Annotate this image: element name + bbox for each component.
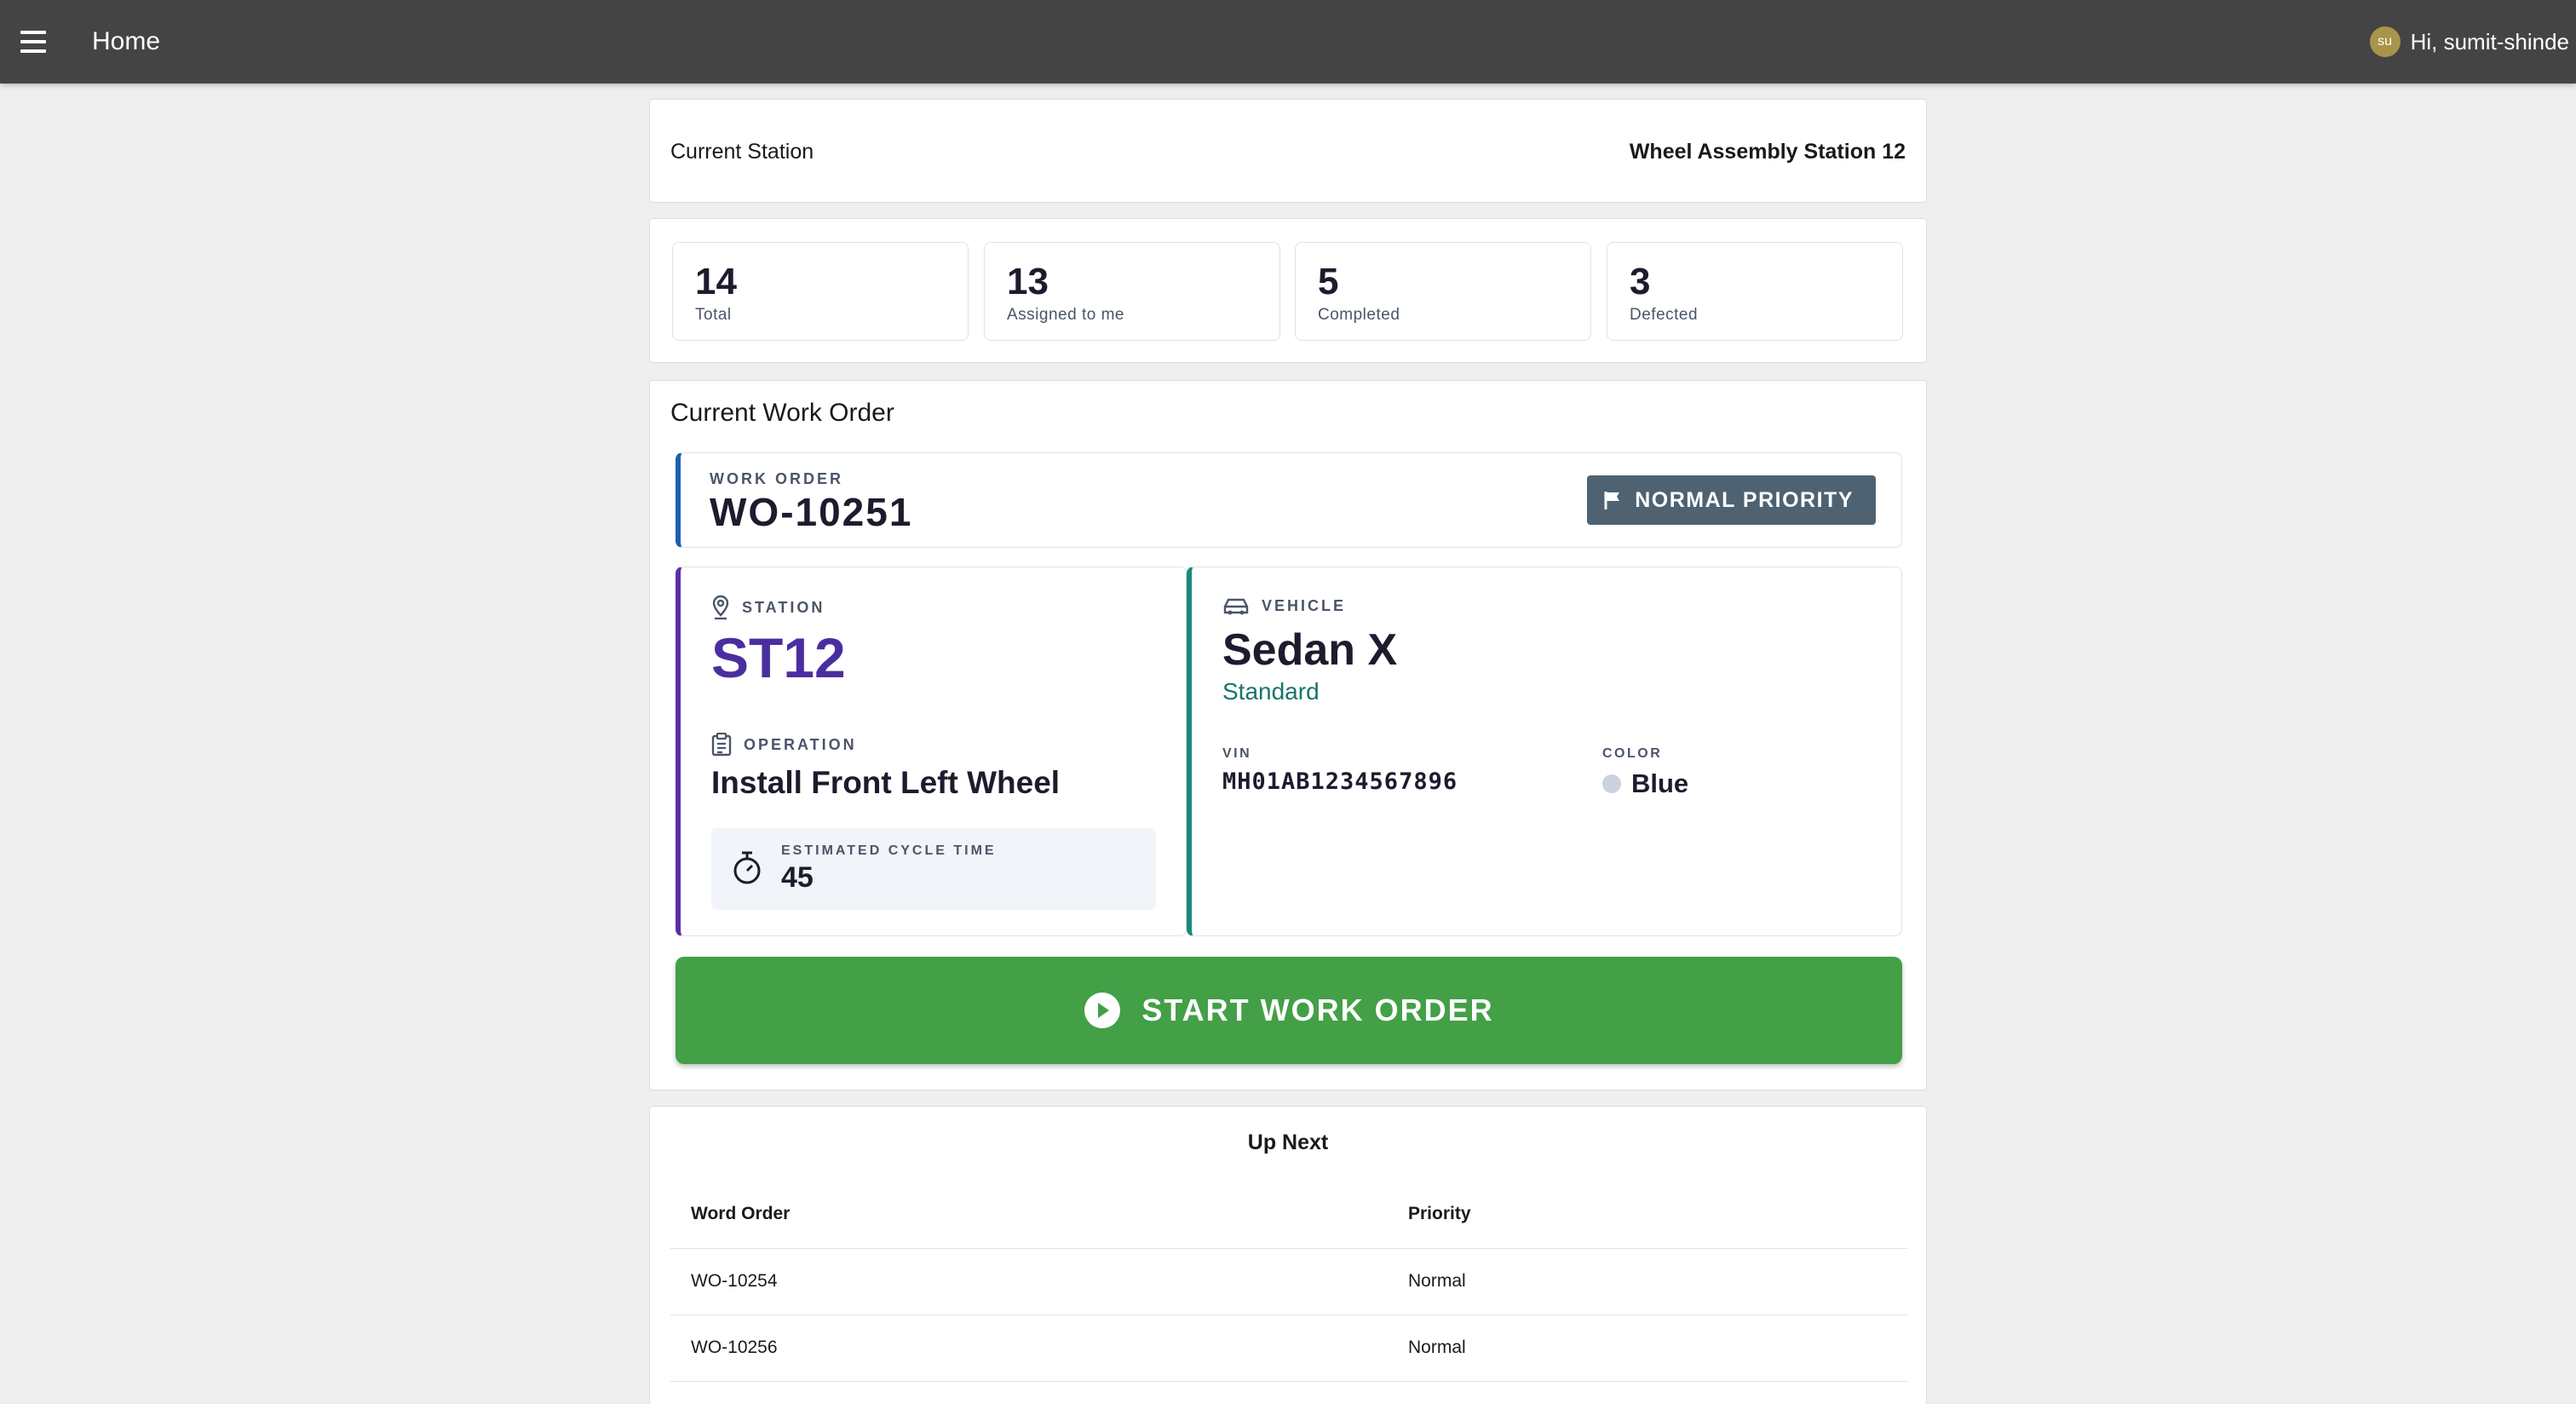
vehicle-label: VEHICLE — [1262, 596, 1347, 614]
flag-icon — [1604, 492, 1620, 509]
vehicle-panel: VEHICLE Sedan X Standard VIN MH01AB12345… — [1187, 567, 1902, 936]
station-code: ST12 — [711, 626, 846, 689]
table-cell-priority: Normal — [1388, 1248, 1907, 1315]
cycle-time-box: ESTIMATED CYCLE TIME 45 — [711, 828, 1156, 910]
current-station-value: Wheel Assembly Station 12 — [1629, 140, 1906, 164]
timer-icon — [733, 851, 761, 884]
vin-value: MH01AB1234567896 — [1222, 768, 1458, 795]
stat-defected[interactable]: 3 Defected — [1607, 242, 1903, 341]
avatar[interactable]: su — [2369, 26, 2401, 57]
current-work-order-card: Current Work Order WORK ORDER WO-10251 N… — [649, 380, 1927, 1090]
cycle-time-label: ESTIMATED CYCLE TIME — [781, 843, 997, 858]
priority-badge: NORMAL PRIORITY — [1587, 475, 1876, 525]
stat-value: 13 — [1007, 261, 1049, 302]
column-header-priority: Priority — [1388, 1180, 1907, 1249]
work-order-header: WORK ORDER WO-10251 NORMAL PRIORITY — [676, 452, 1902, 548]
vehicle-model: Sedan X — [1222, 625, 1398, 675]
stat-completed[interactable]: 5 Completed — [1295, 242, 1591, 341]
color-row: Blue — [1602, 768, 1688, 799]
vin-label: VIN — [1222, 746, 1252, 761]
app-bar: Home su Hi, sumit-shinde — [0, 0, 2576, 83]
stat-label: Total — [695, 306, 732, 324]
page-title: Home — [92, 27, 161, 55]
location-pin-icon — [712, 595, 729, 620]
up-next-title: Up Next — [1247, 1131, 1329, 1154]
stat-label: Defected — [1630, 306, 1699, 324]
up-next-table: Word Order Priority WO-10254 Normal WO-1… — [670, 1180, 1907, 1382]
table-cell-work-order: WO-10256 — [670, 1315, 1388, 1382]
column-header-work-order: Word Order — [670, 1180, 1388, 1249]
color-value: Blue — [1631, 768, 1689, 798]
color-swatch — [1602, 774, 1621, 793]
current-station-card: Current Station Wheel Assembly Station 1… — [649, 99, 1927, 203]
vehicle-row-label: VEHICLE — [1222, 596, 1346, 615]
cycle-time-value: 45 — [781, 861, 814, 894]
vehicle-trim: Standard — [1222, 678, 1320, 705]
operation-value: Install Front Left Wheel — [711, 765, 1061, 800]
stat-value: 5 — [1318, 261, 1339, 302]
user-menu[interactable]: su Hi, sumit-shinde — [2369, 26, 2569, 58]
stat-value: 3 — [1630, 261, 1651, 302]
stats-card: 14 Total 13 Assigned to me 5 Completed 3… — [649, 218, 1927, 363]
station-label: STATION — [742, 598, 825, 616]
table-row[interactable]: WO-10254 Normal — [670, 1248, 1907, 1315]
stat-value: 14 — [695, 261, 737, 302]
color-label: COLOR — [1602, 746, 1663, 761]
stat-label: Assigned to me — [1007, 306, 1124, 324]
section-title: Current Work Order — [670, 399, 894, 427]
table-row[interactable]: WO-10256 Normal — [670, 1315, 1907, 1382]
user-greeting: Hi, sumit-shinde — [2410, 29, 2569, 55]
table-header-row: Word Order Priority — [670, 1180, 1907, 1249]
stat-assigned[interactable]: 13 Assigned to me — [984, 242, 1280, 341]
play-circle-icon — [1084, 993, 1121, 1028]
operation-row-label: OPERATION — [711, 733, 857, 757]
up-next-card: Up Next Word Order Priority WO-10254 Nor… — [649, 1106, 1927, 1404]
menu-icon[interactable] — [20, 26, 53, 58]
work-order-label: WORK ORDER — [710, 470, 843, 487]
stat-label: Completed — [1318, 306, 1400, 324]
table-cell-work-order: WO-10254 — [670, 1248, 1388, 1315]
work-order-number: WO-10251 — [710, 490, 913, 534]
clipboard-icon — [711, 733, 732, 757]
station-panel: STATION ST12 OPERATION Install Front Lef… — [676, 567, 1187, 936]
start-work-order-button[interactable]: START WORK ORDER — [676, 957, 1902, 1064]
priority-label: NORMAL PRIORITY — [1635, 487, 1854, 512]
table-cell-priority: Normal — [1388, 1315, 1907, 1382]
stat-total[interactable]: 14 Total — [672, 242, 969, 341]
operation-label: OPERATION — [744, 735, 857, 753]
current-station-label: Current Station — [670, 140, 814, 164]
car-icon — [1223, 598, 1249, 615]
station-row-label: STATION — [711, 595, 825, 620]
start-work-order-label: START WORK ORDER — [1141, 993, 1494, 1027]
